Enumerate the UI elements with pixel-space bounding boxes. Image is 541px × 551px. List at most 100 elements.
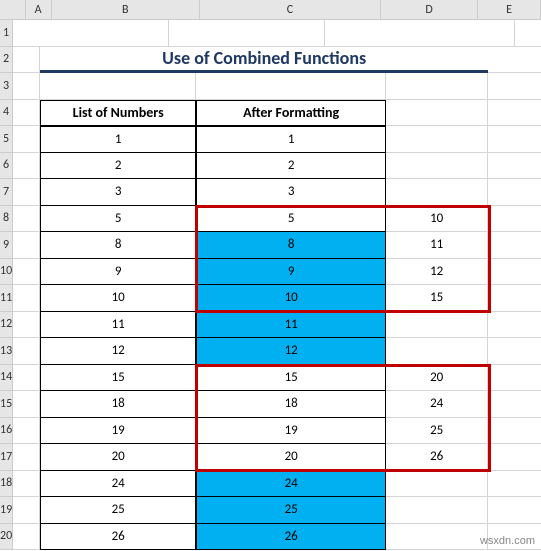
cell-A17[interactable] bbox=[13, 444, 40, 471]
cell-C14[interactable]: 15 bbox=[196, 365, 386, 392]
cell-A4[interactable] bbox=[13, 100, 40, 127]
cell-B20[interactable]: 26 bbox=[40, 524, 196, 551]
cell-C16[interactable]: 19 bbox=[196, 418, 386, 445]
cell-C12[interactable]: 11 bbox=[196, 312, 386, 339]
cell-D9[interactable]: 11 bbox=[386, 232, 488, 259]
row-header-5[interactable]: 5 bbox=[0, 126, 12, 153]
cell-C1[interactable] bbox=[325, 20, 515, 47]
cell-C13[interactable]: 12 bbox=[196, 338, 386, 365]
cell-A19[interactable] bbox=[13, 497, 40, 524]
cell-E11[interactable] bbox=[488, 285, 541, 312]
col-header-C[interactable]: C bbox=[200, 0, 381, 19]
cell-A8[interactable] bbox=[13, 206, 40, 233]
cell-C6[interactable]: 2 bbox=[196, 153, 386, 180]
cell-C7[interactable]: 3 bbox=[196, 179, 386, 206]
cell-B16[interactable]: 19 bbox=[40, 418, 196, 445]
cell-A6[interactable] bbox=[13, 153, 40, 180]
cell-B14[interactable]: 15 bbox=[40, 365, 196, 392]
cell-C5[interactable]: 1 bbox=[196, 126, 386, 153]
cell-A13[interactable] bbox=[13, 338, 40, 365]
title-cell[interactable]: Use of Combined Functions bbox=[40, 47, 488, 74]
cell-E2[interactable] bbox=[488, 47, 541, 74]
cell-D12[interactable] bbox=[386, 312, 488, 339]
row-header-3[interactable]: 3 bbox=[0, 73, 12, 100]
cell-B18[interactable]: 24 bbox=[40, 471, 196, 498]
header-after-formatting[interactable]: After Formatting bbox=[196, 100, 386, 127]
row-header-7[interactable]: 7 bbox=[0, 179, 12, 206]
cell-D15[interactable]: 24 bbox=[386, 391, 488, 418]
cell-C8[interactable]: 5 bbox=[196, 206, 386, 233]
cell-A16[interactable] bbox=[13, 418, 40, 445]
row-header-20[interactable]: 20 bbox=[0, 524, 12, 551]
cell-E10[interactable] bbox=[488, 259, 541, 286]
row-header-12[interactable]: 12 bbox=[0, 312, 12, 339]
cell-A1[interactable] bbox=[13, 20, 169, 47]
cell-B17[interactable]: 20 bbox=[40, 444, 196, 471]
row-header-9[interactable]: 9 bbox=[0, 232, 12, 259]
cell-E3[interactable] bbox=[488, 73, 541, 100]
cell-E4[interactable] bbox=[488, 100, 541, 127]
cell-B15[interactable]: 18 bbox=[40, 391, 196, 418]
cell-E12[interactable] bbox=[488, 312, 541, 339]
col-header-D[interactable]: D bbox=[381, 0, 478, 19]
cell-B1[interactable] bbox=[169, 20, 325, 47]
row-header-13[interactable]: 13 bbox=[0, 338, 12, 365]
sheet-content[interactable]: Use of Combined FunctionsList of Numbers… bbox=[13, 20, 541, 550]
corner-cell[interactable] bbox=[0, 0, 26, 19]
cell-C10[interactable]: 9 bbox=[196, 259, 386, 286]
col-header-A[interactable]: A bbox=[26, 0, 52, 19]
row-header-17[interactable]: 17 bbox=[0, 444, 12, 471]
cell-E7[interactable] bbox=[488, 179, 541, 206]
cell-D19[interactable] bbox=[386, 497, 488, 524]
cell-A7[interactable] bbox=[13, 179, 40, 206]
cell-A5[interactable] bbox=[13, 126, 40, 153]
cell-E18[interactable] bbox=[488, 471, 541, 498]
cell-B6[interactable]: 2 bbox=[40, 153, 196, 180]
row-header-10[interactable]: 10 bbox=[0, 259, 12, 286]
cell-B12[interactable]: 11 bbox=[40, 312, 196, 339]
cell-A20[interactable] bbox=[13, 524, 40, 551]
cell-C20[interactable]: 26 bbox=[196, 524, 386, 551]
cell-E15[interactable] bbox=[488, 391, 541, 418]
row-header-15[interactable]: 15 bbox=[0, 391, 12, 418]
cell-C11[interactable]: 10 bbox=[196, 285, 386, 312]
row-header-18[interactable]: 18 bbox=[0, 471, 12, 498]
row-header-6[interactable]: 6 bbox=[0, 153, 12, 180]
cell-B9[interactable]: 8 bbox=[40, 232, 196, 259]
cell-B5[interactable]: 1 bbox=[40, 126, 196, 153]
cell-D10[interactable]: 12 bbox=[386, 259, 488, 286]
cell-B10[interactable]: 9 bbox=[40, 259, 196, 286]
cell-C19[interactable]: 25 bbox=[196, 497, 386, 524]
cell-C3[interactable] bbox=[196, 73, 386, 100]
cell-B8[interactable]: 5 bbox=[40, 206, 196, 233]
row-header-14[interactable]: 14 bbox=[0, 365, 12, 392]
cell-A2[interactable] bbox=[13, 47, 40, 74]
cell-E8[interactable] bbox=[488, 206, 541, 233]
cell-A3[interactable] bbox=[13, 73, 40, 100]
cell-D4[interactable] bbox=[386, 100, 488, 127]
cell-C15[interactable]: 18 bbox=[196, 391, 386, 418]
cell-D20[interactable] bbox=[386, 524, 488, 551]
cell-A9[interactable] bbox=[13, 232, 40, 259]
cell-E14[interactable] bbox=[488, 365, 541, 392]
cell-E19[interactable] bbox=[488, 497, 541, 524]
cell-A11[interactable] bbox=[13, 285, 40, 312]
row-header-2[interactable]: 2 bbox=[0, 47, 12, 74]
cell-D6[interactable] bbox=[386, 153, 488, 180]
cell-E5[interactable] bbox=[488, 126, 541, 153]
row-header-8[interactable]: 8 bbox=[0, 206, 12, 233]
cell-E13[interactable] bbox=[488, 338, 541, 365]
cell-B3[interactable] bbox=[40, 73, 196, 100]
cell-D17[interactable]: 26 bbox=[386, 444, 488, 471]
row-header-11[interactable]: 11 bbox=[0, 285, 12, 312]
cell-A15[interactable] bbox=[13, 391, 40, 418]
cell-A18[interactable] bbox=[13, 471, 40, 498]
row-header-1[interactable]: 1 bbox=[0, 20, 12, 47]
cell-D8[interactable]: 10 bbox=[386, 206, 488, 233]
cell-B11[interactable]: 10 bbox=[40, 285, 196, 312]
spreadsheet-grid[interactable]: A B C D E 123456789101112131415161718192… bbox=[0, 0, 541, 550]
cell-A14[interactable] bbox=[13, 365, 40, 392]
cell-B13[interactable]: 12 bbox=[40, 338, 196, 365]
row-header-19[interactable]: 19 bbox=[0, 497, 12, 524]
cell-E6[interactable] bbox=[488, 153, 541, 180]
